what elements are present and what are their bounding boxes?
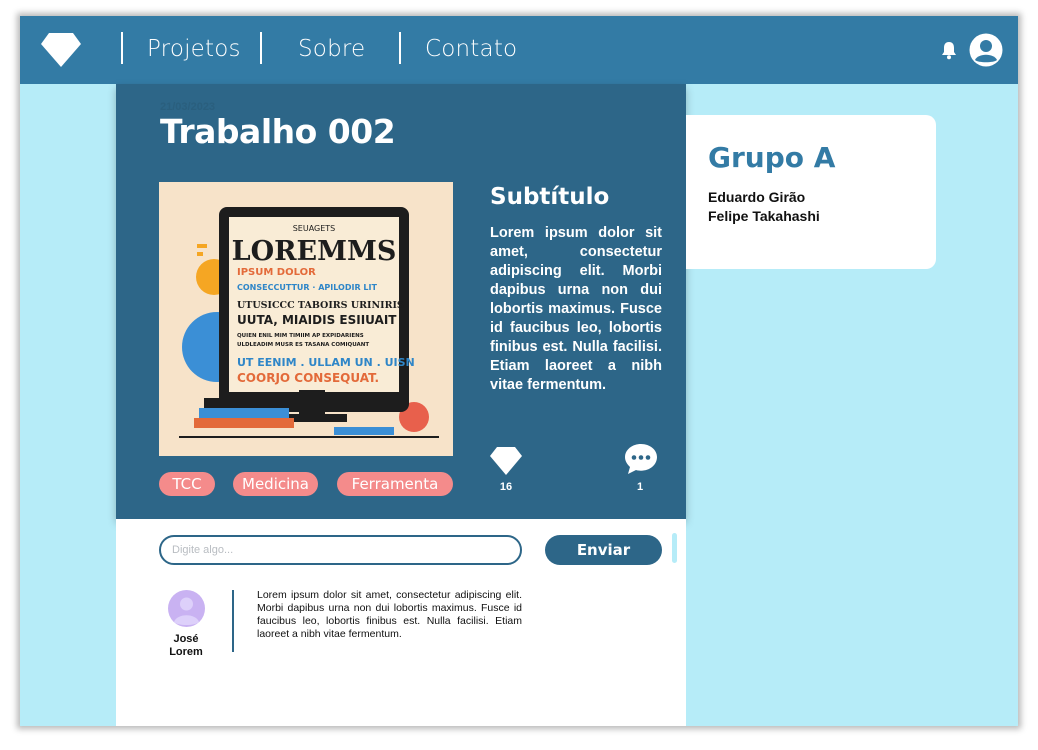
avatar [168, 590, 205, 627]
nav-contato[interactable]: Contato [425, 36, 517, 62]
image-heading: LOREMMS [232, 236, 397, 267]
comment-author: José Lorem [169, 633, 203, 658]
diamond-like-icon[interactable] [489, 446, 523, 476]
like-count: 16 [499, 481, 513, 493]
post-title: Trabalho 002 [160, 112, 396, 151]
image-line: COORJO CONSEQUAT. [237, 371, 379, 385]
comment-divider [232, 590, 234, 652]
group-card: Grupo A Eduardo Girão Felipe Takahashi [686, 115, 936, 269]
comments-section: Enviar José Lorem Lorem ipsum dolor sit … [116, 519, 686, 726]
post-card: 21/03/2023 Trabalho 002 SEUAGETS LOREMMS… [116, 84, 686, 519]
group-title: Grupo A [708, 141, 836, 174]
post-image: SEUAGETS LOREMMS IPSUM DOLOR CONSECCUTTU… [159, 182, 453, 456]
comment-count: 1 [636, 481, 644, 493]
bell-icon[interactable] [940, 40, 958, 60]
image-line: ULDLEADIM MUSR ES TASANA COMIQUANT [237, 342, 369, 348]
tag-medicina[interactable]: Medicina [233, 472, 318, 496]
image-line: CONSECCUTTUR · APILODIR LIT [237, 283, 377, 292]
diamond-icon[interactable] [40, 32, 82, 68]
nav-separator [399, 32, 401, 64]
group-member: Eduardo Girão [708, 189, 806, 205]
image-line: QUIEN ENIL MIM TIMIIM AP EXPIDARIENS [237, 333, 364, 339]
image-line: UTUSICCC TABOIRS URINIRIS [237, 300, 404, 311]
illustration-image: SEUAGETS LOREMMS IPSUM DOLOR CONSECCUTTU… [159, 182, 453, 456]
tag-tcc[interactable]: TCC [159, 472, 215, 496]
group-member: Felipe Takahashi [708, 208, 820, 224]
image-line: UT EENIM . ULLAM UN . UISN [237, 356, 415, 369]
nav-projetos[interactable]: Projetos [147, 36, 241, 62]
image-caption: SEUAGETS [293, 224, 336, 233]
image-line: IPSUM DOLOR [237, 267, 316, 278]
top-navbar: Projetos Sobre Contato [20, 16, 1018, 84]
post-body: Lorem ipsum dolor sit amet, consectetur … [490, 225, 662, 393]
tag-ferramenta[interactable]: Ferramenta [337, 472, 453, 496]
nav-separator [260, 32, 262, 64]
user-circle-icon[interactable] [969, 33, 1003, 67]
image-line: UUTA, MIAIDIS ESIIUAIT [237, 313, 397, 327]
comment-bubble-icon[interactable] [623, 442, 659, 476]
send-button[interactable]: Enviar [545, 535, 662, 565]
scrollbar[interactable] [672, 533, 677, 563]
comment-input[interactable] [159, 535, 522, 565]
app-frame: Projetos Sobre Contato 21/03/2023 Trabal… [20, 16, 1018, 726]
nav-sobre[interactable]: Sobre [298, 36, 365, 62]
nav-separator [121, 32, 123, 64]
post-subtitle: Subtítulo [490, 184, 610, 210]
comment-text: Lorem ipsum dolor sit amet, consectetur … [257, 589, 522, 640]
